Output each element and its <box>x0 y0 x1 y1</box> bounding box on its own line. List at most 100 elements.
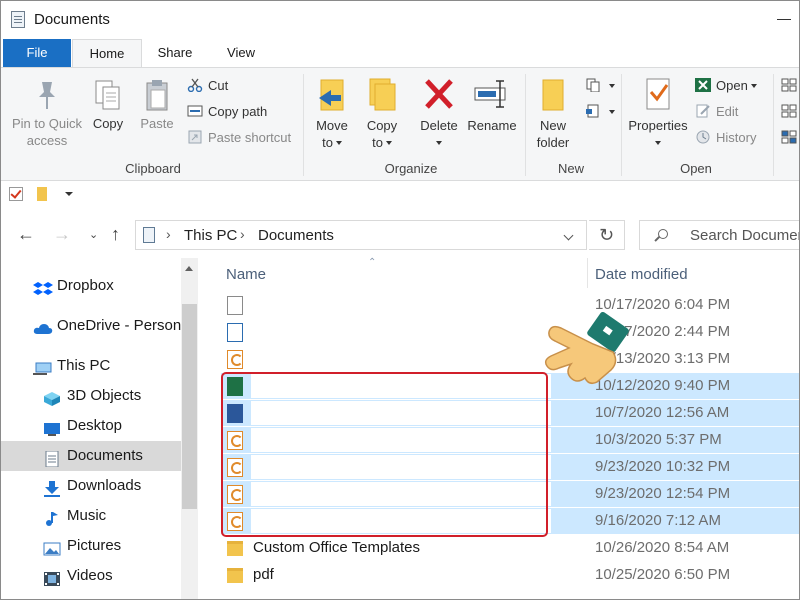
nav-scrollbar[interactable] <box>181 258 198 599</box>
open-button[interactable]: Open <box>695 76 757 96</box>
properties-icon <box>646 78 670 110</box>
tab-view[interactable]: View <box>212 39 270 67</box>
scroll-up-icon[interactable] <box>185 266 193 271</box>
minimize-button[interactable] <box>777 19 791 20</box>
file-row[interactable]: pdf 10/25/2020 6:50 PM <box>221 562 799 588</box>
file-date: 9/16/2020 7:12 AM <box>595 512 721 529</box>
nav-item-documents[interactable]: Documents <box>1 441 181 471</box>
paste-shortcut-button[interactable]: Paste shortcut <box>187 128 291 148</box>
file-explorer-window: Documents File Home Share View Pin to Qu… <box>0 0 800 600</box>
file-row[interactable]: Custom Office Templates 10/26/2020 8:54 A… <box>221 535 799 561</box>
column-header-name[interactable]: Name <box>226 266 266 283</box>
file-date: 9/23/2020 10:32 PM <box>595 458 731 475</box>
easy-access-button[interactable] <box>585 102 615 122</box>
scroll-thumb[interactable] <box>182 304 197 509</box>
file-row[interactable]: 10/17/2020 2:44 PM <box>221 319 799 345</box>
title-bar: Documents <box>1 1 799 39</box>
nav-item-desktop[interactable]: Desktop <box>1 411 181 441</box>
forward-button[interactable]: → <box>53 224 71 245</box>
nav-item-videos[interactable]: Videos <box>1 561 181 591</box>
window-title: Documents <box>34 11 110 28</box>
copy-button[interactable]: Copy <box>89 78 127 132</box>
paste-button[interactable]: Paste <box>137 78 177 132</box>
file-row[interactable]: 10/13/2020 3:13 PM <box>221 346 799 372</box>
customize-toolbar-dropdown[interactable] <box>65 192 73 196</box>
copy-path-button[interactable]: Copy path <box>187 102 267 122</box>
history-button[interactable]: History <box>695 128 756 148</box>
tab-file[interactable]: File <box>3 39 71 67</box>
paste-label: Paste <box>140 116 174 131</box>
move-to-button[interactable]: Move to <box>311 76 353 151</box>
group-divider <box>621 74 622 176</box>
file-name: pdf <box>253 566 274 583</box>
pin-to-quick-access-button[interactable]: Pin to Quick access <box>9 78 85 149</box>
nav-item-downloads[interactable]: Downloads <box>1 471 181 501</box>
music-icon <box>43 508 61 526</box>
properties-checkbox-icon[interactable] <box>9 187 23 201</box>
breadcrumb-chevron-icon[interactable]: › <box>166 226 171 242</box>
nav-item-label: Downloads <box>67 477 142 494</box>
paste-icon <box>146 80 168 111</box>
file-date: 9/23/2020 12:54 PM <box>595 485 731 502</box>
delete-dropdown[interactable] <box>415 134 463 151</box>
generic-file-icon <box>227 296 243 315</box>
recent-locations-dropdown[interactable]: ⌄ <box>89 228 98 241</box>
group-divider <box>525 74 526 176</box>
new-item-button[interactable] <box>585 76 615 96</box>
pin-label-line2: access <box>26 133 68 148</box>
nav-item-label: Desktop <box>67 417 123 434</box>
select-none-button[interactable] <box>781 102 799 122</box>
this-pc-icon <box>143 227 155 243</box>
nav-item-label: Videos <box>67 567 113 584</box>
nav-item-label: Documents <box>67 447 143 464</box>
edit-button[interactable]: Edit <box>695 102 738 122</box>
delete-button[interactable]: Delete <box>415 76 463 151</box>
new-group-label: New <box>557 161 584 176</box>
file-name: Custom Office Templates <box>253 539 421 556</box>
copy-label: Copy <box>92 116 124 131</box>
copy-to-label-line2: to <box>361 134 403 151</box>
cut-button[interactable]: Cut <box>187 76 228 96</box>
properties-button[interactable]: Properties <box>627 76 689 151</box>
move-to-label-line2: to <box>311 134 353 151</box>
easy-access-icon <box>585 104 601 118</box>
select-all-button[interactable] <box>781 76 799 96</box>
new-folder-button[interactable]: New folder <box>531 76 575 151</box>
sort-chevron-icon: ⌃ <box>368 257 377 268</box>
up-button[interactable]: ↑ <box>111 224 120 245</box>
nav-item-label: Music <box>67 507 107 524</box>
nav-item-label: OneDrive - Personal <box>57 317 181 334</box>
open-group-label: Open <box>680 161 712 176</box>
paste-shortcut-label: Paste shortcut <box>208 130 292 145</box>
nav-item-onedrive[interactable]: OneDrive - Personal <box>1 311 181 341</box>
tab-share[interactable]: Share <box>147 39 203 67</box>
breadcrumb-documents[interactable]: Documents <box>258 227 334 244</box>
nav-item-this-pc[interactable]: This PC <box>1 351 181 381</box>
file-date: 10/3/2020 5:37 PM <box>595 431 722 448</box>
nav-item-3d-objects[interactable]: 3D Objects <box>1 381 181 411</box>
nav-item-dropbox[interactable]: Dropbox <box>1 271 181 301</box>
column-divider[interactable] <box>587 258 588 288</box>
dropbox-icon <box>33 278 53 295</box>
search-box[interactable]: Search Documents <box>639 220 799 250</box>
file-row[interactable]: 10/17/2020 6:04 PM <box>221 292 799 318</box>
rename-button[interactable]: Rename <box>465 76 519 134</box>
file-name-blank <box>251 347 551 371</box>
invert-selection-button[interactable] <box>781 128 799 148</box>
breadcrumb-this-pc[interactable]: This PC <box>184 227 237 244</box>
nav-item-label: This PC <box>57 357 111 374</box>
properties-dropdown[interactable] <box>627 134 689 151</box>
nav-item-pictures[interactable]: Pictures <box>1 531 181 561</box>
column-header-date[interactable]: Date modified <box>595 266 688 283</box>
breadcrumb-chevron-icon[interactable]: › <box>240 226 245 242</box>
copy-to-icon <box>369 78 396 111</box>
new-folder-quick-icon[interactable] <box>37 187 47 201</box>
address-bar[interactable]: › This PC › Documents <box>135 220 587 250</box>
nav-item-music[interactable]: Music <box>1 501 181 531</box>
address-dropdown-icon[interactable] <box>563 230 574 241</box>
copy-to-button[interactable]: Copy to <box>361 76 403 151</box>
refresh-button[interactable]: ↻ <box>589 220 625 250</box>
tab-home[interactable]: Home <box>72 39 142 68</box>
address-row: ← → ⌄ ↑ › This PC › Documents ↻ Search D… <box>1 210 799 258</box>
back-button[interactable]: ← <box>17 224 35 245</box>
